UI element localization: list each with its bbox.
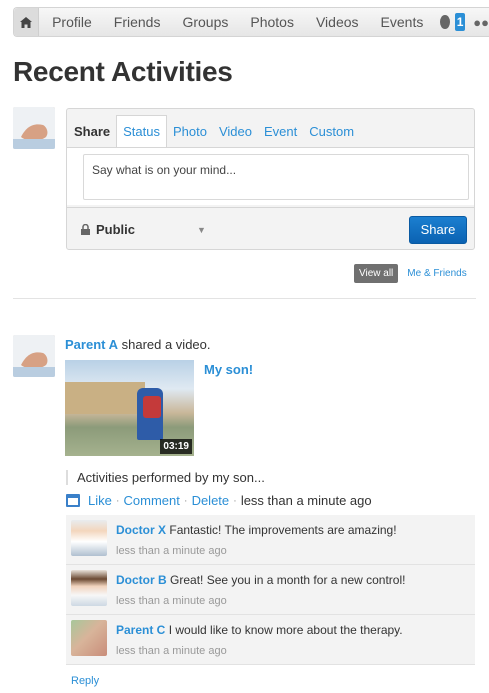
avatar[interactable] [71,570,107,606]
separator: · [183,494,188,507]
nav-photos[interactable]: Photos [239,14,305,30]
privacy-label: Public [96,222,136,237]
page-title: Recent Activities [13,56,233,87]
reply-link[interactable]: Reply [71,675,99,687]
share-button[interactable]: Share [409,215,467,244]
users-icon[interactable]: ●● [473,15,489,30]
chevron-down-icon[interactable]: ▼ [197,225,206,235]
hand-avatar-image [13,107,55,149]
comment-body: Parent C I would like to know more about… [116,623,403,637]
activity-time: less than a minute ago [240,493,372,508]
avatar[interactable] [71,620,107,656]
avatar[interactable] [13,107,55,149]
separator: · [115,494,120,507]
comment-item: Parent C I would like to know more about… [66,615,475,665]
top-navigation: Profile Friends Groups Photos Videos Eve… [13,7,489,37]
comment-time: less than a minute ago [116,545,227,557]
tab-photo[interactable]: Photo [167,124,213,147]
comment-text: Fantastic! The improvements are amazing! [169,523,397,537]
share-footer: Public ▼ Share [67,207,474,251]
nav-events[interactable]: Events [370,14,435,30]
hand-avatar-image [13,335,55,377]
comment-body: Doctor X Fantastic! The improvements are… [116,523,397,537]
nav-groups[interactable]: Groups [171,14,239,30]
home-button[interactable] [14,8,40,36]
activity-author-avatar[interactable] [13,335,55,377]
avatar[interactable] [71,520,107,556]
comment-item: Doctor B Great! See you in a month for a… [66,565,475,615]
video-thumbnail[interactable]: 03:19 [65,360,194,456]
tab-video[interactable]: Video [213,124,258,147]
calendar-icon [66,494,80,507]
comment-text: Great! See you in a month for a new cont… [170,573,406,587]
share-tabs: Share Status Photo Video Event Custom [67,109,474,147]
activity-description: Activities performed by my son... [66,470,265,485]
like-link[interactable]: Like [88,493,112,508]
comment-time: less than a minute ago [116,595,227,607]
comment-time: less than a minute ago [116,645,227,657]
comment-author[interactable]: Doctor B [116,573,167,587]
delete-link[interactable]: Delete [192,493,230,508]
comment-text: I would like to know more about the ther… [168,623,403,637]
me-friends-link[interactable]: Me & Friends [407,268,466,279]
video-scene-backpack [143,396,161,418]
view-all-button[interactable]: View all [354,264,399,283]
comment-body: Doctor B Great! See you in a month for a… [116,573,405,587]
comment-link[interactable]: Comment [124,493,180,508]
tab-event[interactable]: Event [258,124,303,147]
activity-filter: View all Me & Friends [354,264,467,283]
video-title[interactable]: My son! [204,362,253,377]
activity-author[interactable]: Parent A [65,337,118,352]
activity-action: shared a video. [121,337,211,352]
privacy-selector[interactable]: Public [81,222,135,237]
comment-item: Doctor X Fantastic! The improvements are… [66,515,475,565]
activity-header: Parent A shared a video. [65,337,211,352]
video-duration: 03:19 [160,439,192,454]
activity-actions: Like · Comment · Delete · less than a mi… [66,493,372,508]
comment-author[interactable]: Doctor X [116,523,166,537]
video-scene [65,382,145,414]
status-input[interactable]: Say what is on your mind... [83,154,469,200]
globe-icon[interactable] [440,15,450,29]
nav-friends[interactable]: Friends [103,14,172,30]
nav-profile[interactable]: Profile [39,14,103,30]
share-label: Share [74,124,111,139]
comment-list: Doctor X Fantastic! The improvements are… [66,515,475,665]
divider [13,298,476,299]
separator: · [233,494,237,507]
home-icon [20,16,33,28]
lock-icon [81,224,90,235]
nav-videos[interactable]: Videos [305,14,370,30]
share-box: Share Status Photo Video Event Custom Sa… [66,108,475,250]
notification-badge[interactable]: 1 [454,13,466,31]
tab-custom[interactable]: Custom [303,124,360,147]
comment-author[interactable]: Parent C [116,623,165,637]
share-body: Say what is on your mind... [67,147,474,205]
tab-status[interactable]: Status [116,115,167,147]
